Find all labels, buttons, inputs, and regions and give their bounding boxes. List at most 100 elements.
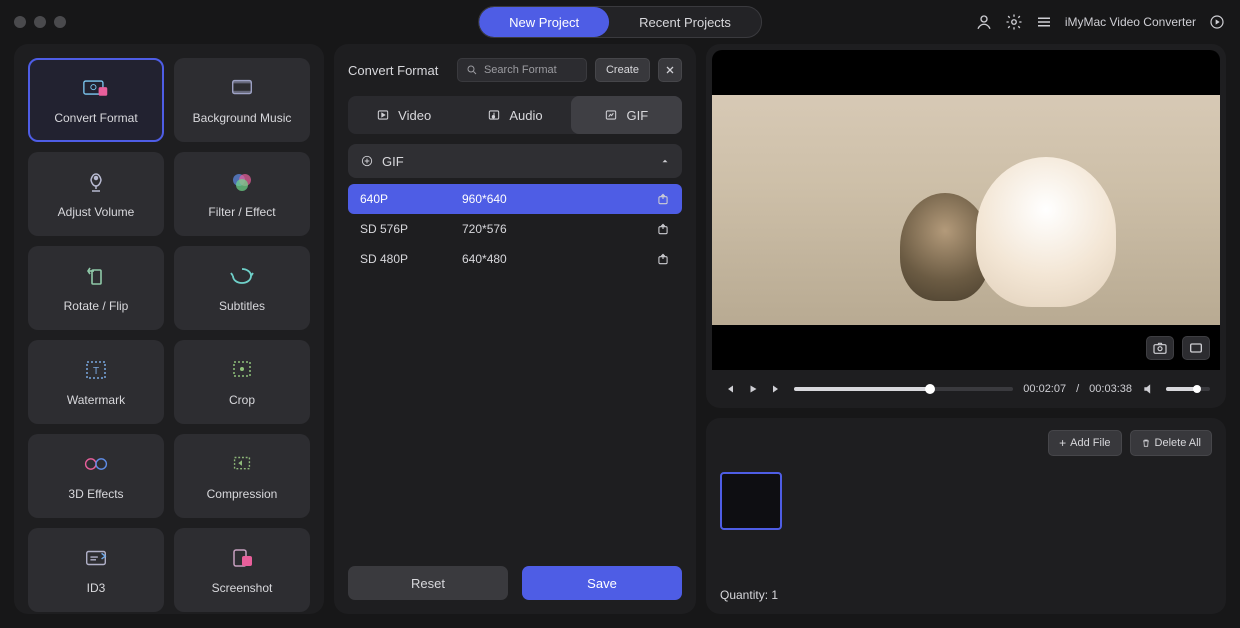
delete-all-button[interactable]: Delete All [1130,430,1212,456]
progress-bar[interactable] [794,387,1013,391]
project-tabs: New Project Recent Projects [478,6,762,38]
titlebar: New Project Recent Projects iMyMac Video… [0,0,1240,44]
preview-panel: 00:02:07 / 00:03:38 [706,44,1226,408]
video-content [976,157,1116,307]
format-name: SD 480P [360,252,450,266]
format-list: 640P 960*640 SD 576P 720*576 SD 480P 640… [348,184,682,274]
file-thumbnail[interactable] [720,472,782,530]
tile-crop[interactable]: Crop [174,340,310,424]
tile-filter-effect[interactable]: Filter / Effect [174,152,310,236]
tile-label: Adjust Volume [58,205,135,219]
tab-video[interactable]: Video [348,96,459,134]
video-preview[interactable] [712,50,1220,370]
play-badge-icon[interactable] [1208,13,1226,31]
background-music-icon [229,75,255,101]
close-window-icon[interactable] [14,16,26,28]
format-panel: Convert Format Search Format Create Vide… [334,44,696,614]
3d-effects-icon [83,451,109,477]
filter-effect-icon [229,169,255,195]
compression-icon [229,451,255,477]
thumbnail-list [720,472,1212,530]
reset-button[interactable]: Reset [348,566,508,600]
add-file-button[interactable]: + Add File [1048,430,1121,456]
play-icon[interactable] [746,382,760,396]
time-total: 00:03:38 [1089,383,1132,395]
volume-icon[interactable] [1142,382,1156,396]
create-button[interactable]: Create [595,58,650,82]
account-icon[interactable] [975,13,993,31]
tile-id3[interactable]: ID3 [28,528,164,612]
minimize-window-icon[interactable] [34,16,46,28]
panel-title: Convert Format [348,63,438,78]
menu-icon[interactable] [1035,13,1053,31]
file-queue-panel: + Add File Delete All Quantity: 1 [706,418,1226,614]
adjust-volume-icon [83,169,109,195]
app-name: iMyMac Video Converter [1065,15,1196,29]
main-area: Convert Format Background Music Adjust V… [0,44,1240,628]
search-format-input[interactable]: Search Format [457,58,587,82]
tab-new-project[interactable]: New Project [479,7,609,37]
topright-controls: iMyMac Video Converter [975,13,1226,31]
tab-gif[interactable]: GIF [571,96,682,134]
tile-label: Subtitles [219,299,265,313]
btn-label: Delete All [1155,437,1201,449]
crop-icon [229,357,255,383]
video-frame [712,95,1220,325]
format-group-gif[interactable]: GIF [348,144,682,178]
tile-screenshot[interactable]: Screenshot [174,528,310,612]
format-res: 720*576 [462,222,644,236]
tile-subtitles[interactable]: Subtitles [174,246,310,330]
format-type-tabs: Video Audio GIF [348,96,682,134]
gear-icon[interactable] [1005,13,1023,31]
tile-compression[interactable]: Compression [174,434,310,518]
format-row-640p[interactable]: 640P 960*640 [348,184,682,214]
format-res: 960*640 [462,192,644,206]
export-icon[interactable] [656,252,670,266]
tile-watermark[interactable]: T Watermark [28,340,164,424]
right-column: 00:02:07 / 00:03:38 + Add File Delete Al… [706,44,1226,614]
btn-label: Add File [1070,437,1110,449]
tile-convert-format[interactable]: Convert Format [28,58,164,142]
fullscreen-icon[interactable] [1182,336,1210,360]
tab-label: Video [398,108,431,123]
format-res: 640*480 [462,252,644,266]
rotate-flip-icon [83,263,109,289]
close-panel-button[interactable] [658,58,682,82]
tile-label: Screenshot [212,581,273,595]
volume-slider[interactable] [1166,387,1210,391]
screenshot-icon [229,545,255,571]
tile-label: Rotate / Flip [64,299,129,313]
svg-text:T: T [93,366,99,377]
chevron-up-icon [660,156,670,166]
save-button[interactable]: Save [522,566,682,600]
maximize-window-icon[interactable] [54,16,66,28]
tab-audio[interactable]: Audio [459,96,570,134]
tile-label: Compression [207,487,278,501]
subtitles-icon [229,263,255,289]
id3-icon [83,545,109,571]
tools-sidebar: Convert Format Background Music Adjust V… [14,44,324,614]
playback-controls: 00:02:07 / 00:03:38 [712,370,1220,398]
tile-background-music[interactable]: Background Music [174,58,310,142]
tile-rotate-flip[interactable]: Rotate / Flip [28,246,164,330]
format-name: SD 576P [360,222,450,236]
time-current: 00:02:07 [1023,383,1066,395]
tile-adjust-volume[interactable]: Adjust Volume [28,152,164,236]
tile-3d-effects[interactable]: 3D Effects [28,434,164,518]
tile-label: Watermark [67,393,125,407]
group-label: GIF [382,154,404,169]
next-frame-icon[interactable] [770,382,784,396]
export-icon[interactable] [656,222,670,236]
prev-frame-icon[interactable] [722,382,736,396]
format-row-480p[interactable]: SD 480P 640*480 [348,244,682,274]
export-icon[interactable] [656,192,670,206]
time-sep: / [1076,383,1079,395]
tile-label: Convert Format [54,111,137,125]
tile-label: Crop [229,393,255,407]
tile-label: Background Music [193,111,292,125]
watermark-icon: T [83,357,109,383]
snapshot-icon[interactable] [1146,336,1174,360]
format-row-576p[interactable]: SD 576P 720*576 [348,214,682,244]
convert-format-icon [83,75,109,101]
tab-recent-projects[interactable]: Recent Projects [609,7,761,37]
